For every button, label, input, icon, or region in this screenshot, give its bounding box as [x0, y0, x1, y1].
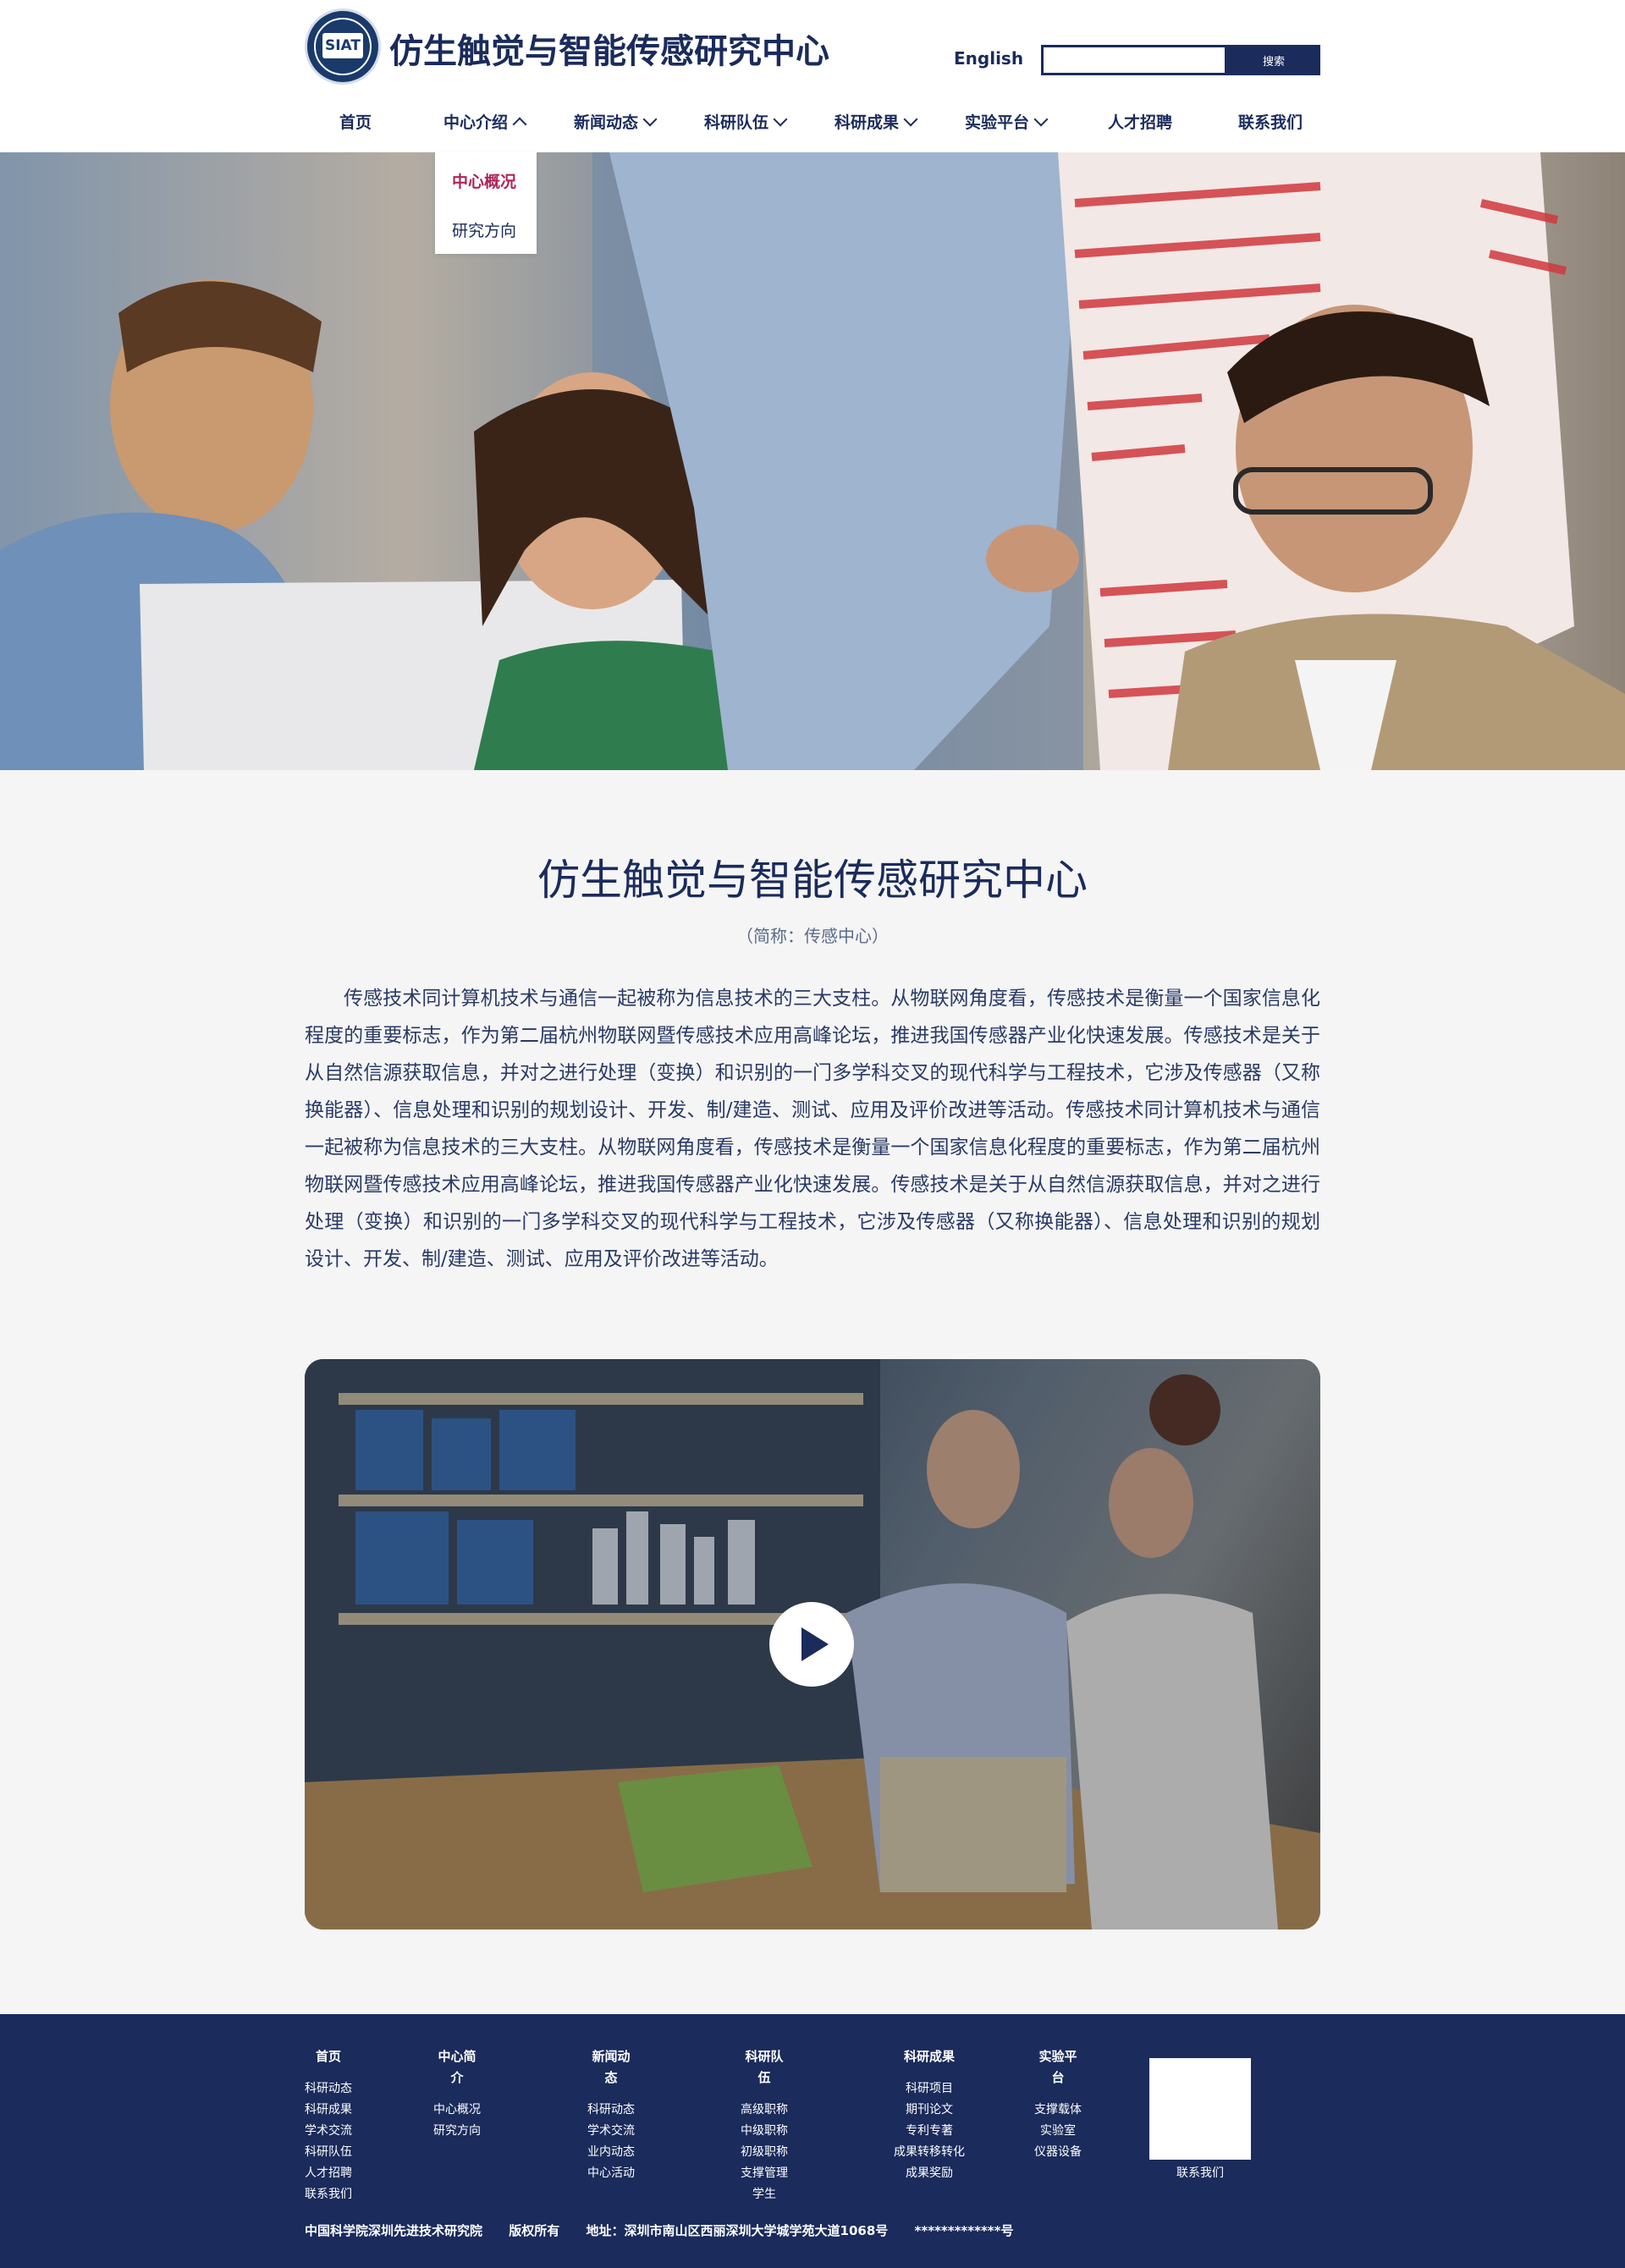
play-triangle — [801, 1627, 829, 1661]
footer-link[interactable]: 成果奖励 — [894, 2163, 965, 2184]
siat-logo[interactable]: SIAT — [305, 8, 381, 85]
footer-link[interactable]: 支撑载体 — [1034, 2100, 1082, 2121]
footer-link[interactable]: 学术交流 — [305, 2121, 352, 2142]
footer-column-home: 首页 科研动态 科研成果 学术交流 科研队伍 人才招聘 联系我们 — [305, 2046, 352, 2205]
footer-link[interactable]: 实验室 — [1034, 2121, 1082, 2142]
chevron-up-icon — [512, 117, 527, 131]
hero-photo — [0, 152, 1625, 770]
nav-label: 首页 — [339, 113, 372, 132]
footer-link[interactable]: 支撑管理 — [741, 2163, 788, 2184]
footer-link[interactable]: 联系我们 — [305, 2184, 352, 2205]
footer-link[interactable]: 成果转移转化 — [894, 2142, 965, 2163]
footer-column-title[interactable]: 科研成果 — [894, 2046, 965, 2067]
nav-contact[interactable]: 联系我们 — [1238, 110, 1303, 133]
qr-code — [1149, 2058, 1251, 2160]
nav-label: 科研成果 — [835, 113, 900, 132]
chevron-down-icon — [773, 112, 788, 126]
nav-label: 科研队伍 — [704, 113, 769, 132]
site-footer: 首页 科研动态 科研成果 学术交流 科研队伍 人才招聘 联系我们 中心简介 中心… — [0, 2014, 1625, 2268]
qr-label: 联系我们 — [1176, 2166, 1224, 2180]
intro-video[interactable] — [305, 1359, 1320, 1929]
footer-link[interactable]: 期刊论文 — [894, 2100, 965, 2121]
about-dropdown-menu: 中心概况 研究方向 — [435, 152, 537, 254]
footer-link[interactable]: 高级职称 — [741, 2100, 788, 2121]
nav-home[interactable]: 首页 — [339, 110, 372, 133]
footer-link[interactable]: 人才招聘 — [305, 2163, 352, 2184]
search-input[interactable] — [1041, 45, 1227, 75]
chevron-down-icon — [1033, 112, 1049, 126]
footer-link[interactable]: 科研动态 — [587, 2100, 635, 2121]
copyright-org: 中国科学院深圳先进技术研究院 — [305, 2223, 483, 2238]
intro-subtitle: （简称：传感中心） — [736, 926, 889, 946]
footer-link[interactable]: 中心概况 — [433, 2100, 481, 2121]
dropdown-item-research-direction[interactable]: 研究方向 — [452, 218, 516, 241]
search-button[interactable]: 搜索 — [1227, 45, 1320, 75]
footer-link[interactable]: 初级职称 — [741, 2142, 788, 2163]
footer-link[interactable]: 科研动态 — [305, 2078, 352, 2100]
footer-column-lab-platform: 实验平台 支撑载体 实验室 仪器设备 — [1034, 2046, 1082, 2163]
nav-recruitment[interactable]: 人才招聘 — [1108, 110, 1172, 133]
footer-column-title[interactable]: 新闻动态 — [587, 2046, 635, 2089]
footer-link[interactable]: 中心活动 — [587, 2163, 635, 2184]
nav-lab-platform[interactable]: 实验平台 — [965, 110, 1049, 133]
footer-column-title[interactable]: 科研队伍 — [741, 2046, 788, 2089]
copyright-bar: 中国科学院深圳先进技术研究院 版权所有 地址：深圳市南山区西丽深圳大学城学苑大道… — [305, 2221, 1035, 2239]
dropdown-item-overview[interactable]: 中心概况 — [452, 169, 516, 192]
logo-mark: SIAT — [322, 33, 363, 58]
intro-body: 传感技术同计算机技术与通信一起被称为信息技术的三大支柱。从物联网角度看，传感技术… — [305, 988, 1320, 1270]
footer-link[interactable]: 学生 — [741, 2184, 788, 2205]
footer-column-achievements: 科研成果 科研项目 期刊论文 专利专著 成果转移转化 成果奖励 — [894, 2046, 965, 2184]
nav-label: 联系我们 — [1238, 113, 1303, 132]
site-title[interactable]: 仿生触觉与智能传感研究中心 — [389, 24, 829, 73]
footer-link[interactable]: 科研队伍 — [305, 2142, 352, 2163]
nav-team[interactable]: 科研队伍 — [704, 110, 788, 133]
english-link[interactable]: English — [954, 48, 1023, 69]
copyright-address: 地址：深圳市南山区西丽深圳大学城学苑大道1068号 — [586, 2223, 889, 2238]
footer-column-team: 科研队伍 高级职称 中级职称 初级职称 支撑管理 学生 — [741, 2046, 788, 2205]
chevron-down-icon — [903, 112, 918, 126]
footer-link[interactable]: 专利专著 — [894, 2121, 965, 2142]
play-icon[interactable] — [769, 1602, 854, 1687]
nav-achievements[interactable]: 科研成果 — [835, 110, 918, 133]
footer-link[interactable]: 科研项目 — [894, 2078, 965, 2100]
main-nav: 首页 中心介绍 新闻动态 科研队伍 科研成果 实验平台 人才招聘 联系我们 — [0, 110, 1625, 144]
footer-column-about: 中心简介 中心概况 研究方向 — [433, 2046, 481, 2142]
nav-label: 中心介绍 — [443, 113, 509, 132]
footer-column-news: 新闻动态 科研动态 学术交流 业内动态 中心活动 — [587, 2046, 635, 2184]
footer-link[interactable]: 仪器设备 — [1034, 2142, 1082, 2163]
nav-news[interactable]: 新闻动态 — [574, 110, 658, 133]
nav-label: 人才招聘 — [1108, 113, 1173, 132]
footer-link[interactable]: 科研成果 — [305, 2100, 352, 2121]
intro-title: 仿生触觉与智能传感研究中心 — [537, 856, 1088, 905]
copyright-icp: *************号 — [914, 2223, 1014, 2238]
copyright-rights: 版权所有 — [509, 2223, 560, 2238]
footer-link[interactable]: 学术交流 — [587, 2121, 635, 2142]
site-header: SIAT 仿生触觉与智能传感研究中心 English 搜索 首页 中心介绍 新闻… — [0, 0, 1625, 152]
hero-banner[interactable] — [0, 152, 1625, 770]
footer-link[interactable]: 研究方向 — [433, 2121, 481, 2142]
footer-column-title[interactable]: 中心简介 — [433, 2046, 481, 2089]
footer-link[interactable]: 业内动态 — [587, 2142, 635, 2163]
nav-about[interactable]: 中心介绍 — [443, 110, 527, 133]
nav-label: 新闻动态 — [574, 113, 639, 132]
footer-column-title[interactable]: 首页 — [305, 2046, 352, 2067]
nav-label: 实验平台 — [965, 113, 1030, 132]
footer-column-title[interactable]: 实验平台 — [1034, 2046, 1082, 2089]
footer-link[interactable]: 中级职称 — [741, 2121, 788, 2142]
chevron-down-icon — [642, 112, 658, 126]
